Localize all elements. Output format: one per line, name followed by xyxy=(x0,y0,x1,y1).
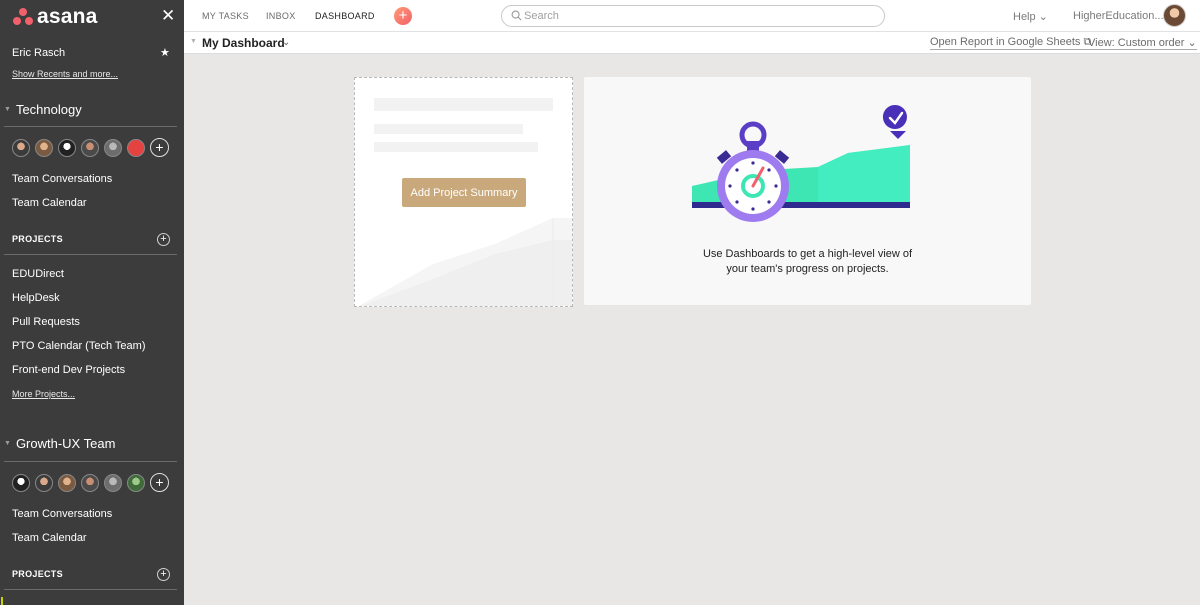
avatar[interactable] xyxy=(127,138,145,157)
star-icon[interactable]: ★ xyxy=(160,46,170,59)
placeholder-bar xyxy=(374,142,538,152)
collapse-triangle-icon: ▼ xyxy=(4,440,11,447)
avatar[interactable] xyxy=(35,138,53,157)
placeholder-bar xyxy=(374,124,523,134)
avatar[interactable] xyxy=(58,473,76,492)
project-item[interactable]: EDUDirect xyxy=(12,268,64,280)
help-menu[interactable]: Help ⌄ xyxy=(1013,10,1048,23)
avatar[interactable] xyxy=(81,473,99,492)
divider xyxy=(4,461,177,462)
add-project-summary-button[interactable]: Add Project Summary xyxy=(402,178,526,207)
user-name[interactable]: Eric Rasch xyxy=(12,47,65,59)
open-report-google-sheets-link[interactable]: Open Report in Google Sheets ⧉ xyxy=(930,36,1092,50)
project-item[interactable]: Pull Requests xyxy=(12,316,80,328)
add-member-button[interactable]: + xyxy=(150,138,169,157)
avatar[interactable] xyxy=(12,473,30,492)
add-project-button[interactable]: + xyxy=(157,233,170,246)
team-conversations-link[interactable]: Team Conversations xyxy=(12,508,112,520)
asana-logo[interactable]: asana xyxy=(13,5,98,28)
description-line: Use Dashboards to get a high-level view … xyxy=(702,248,913,260)
project-item[interactable]: Front-end Dev Projects xyxy=(12,364,125,376)
user-avatar[interactable] xyxy=(1163,4,1186,27)
search-icon xyxy=(511,10,522,21)
avatar[interactable] xyxy=(127,473,145,492)
projects-label: PROJECTS xyxy=(12,234,63,244)
search-bar[interactable] xyxy=(501,5,885,27)
close-sidebar-icon[interactable]: ✕ xyxy=(161,6,175,26)
team-members-technology: + xyxy=(12,138,169,157)
team-calendar-link[interactable]: Team Calendar xyxy=(12,532,87,544)
asana-logo-icon xyxy=(13,8,33,26)
avatar[interactable] xyxy=(12,138,30,157)
dashboard-header: ▼ My Dashboard ⌄ Open Report in Google S… xyxy=(184,32,1200,54)
view-order-dropdown[interactable]: View: Custom order ⌄ xyxy=(1088,36,1197,50)
placeholder-bar xyxy=(374,98,553,111)
sidebar: asana ✕ Eric Rasch ★ Show Recents and mo… xyxy=(0,0,184,605)
project-item[interactable]: HelpDesk xyxy=(12,292,60,304)
more-projects-link[interactable]: More Projects... xyxy=(12,389,75,399)
divider xyxy=(4,254,177,255)
page-title[interactable]: My Dashboard xyxy=(202,36,285,50)
stopwatch-illustration xyxy=(692,105,910,222)
top-bar: MY TASKS INBOX DASHBOARD + Help ⌄ Higher… xyxy=(184,0,1200,32)
search-input[interactable] xyxy=(524,8,864,24)
project-summary-placeholder: Add Project Summary xyxy=(354,77,573,307)
description-line: your team's progress on projects. xyxy=(726,263,889,275)
divider xyxy=(4,126,177,127)
tab-dashboard[interactable]: DASHBOARD xyxy=(315,11,375,21)
project-item[interactable]: PTO Calendar (Tech Team) xyxy=(12,340,145,352)
asana-wordmark: asana xyxy=(37,5,98,28)
tab-my-tasks[interactable]: MY TASKS xyxy=(202,11,249,21)
team-header-technology[interactable]: ▼ Technology xyxy=(4,102,82,117)
divider xyxy=(4,589,177,590)
team-members-growth-ux: + xyxy=(12,473,169,492)
projects-label: PROJECTS xyxy=(12,569,63,579)
show-recents-link[interactable]: Show Recents and more... xyxy=(12,69,118,79)
tab-inbox[interactable]: INBOX xyxy=(266,11,296,21)
avatar[interactable] xyxy=(104,138,122,157)
avatar[interactable] xyxy=(35,473,53,492)
collapse-triangle-icon[interactable]: ▼ xyxy=(190,38,197,45)
team-name: Technology xyxy=(15,102,82,117)
dashboard-description: Use Dashboards to get a high-level view … xyxy=(584,247,1031,277)
team-conversations-link[interactable]: Team Conversations xyxy=(12,173,112,185)
avatar[interactable] xyxy=(81,138,99,157)
add-member-button[interactable]: + xyxy=(150,473,169,492)
placeholder-chart-graphic xyxy=(358,218,572,306)
dashboard-info-card: Use Dashboards to get a high-level view … xyxy=(584,77,1031,305)
team-name: Growth-UX Team xyxy=(15,436,116,451)
team-header-growth-ux[interactable]: ▼ Growth-UX Team xyxy=(4,436,115,451)
organization-switcher[interactable]: HigherEducation... xyxy=(1073,10,1164,22)
quick-add-button[interactable]: + xyxy=(394,7,412,25)
avatar[interactable] xyxy=(104,473,122,492)
collapse-triangle-icon: ▼ xyxy=(4,106,11,113)
chevron-down-icon[interactable]: ⌄ xyxy=(282,37,290,48)
avatar[interactable] xyxy=(58,138,76,157)
team-calendar-link[interactable]: Team Calendar xyxy=(12,197,87,209)
add-project-button[interactable]: + xyxy=(157,568,170,581)
scroll-indicator xyxy=(1,597,3,605)
